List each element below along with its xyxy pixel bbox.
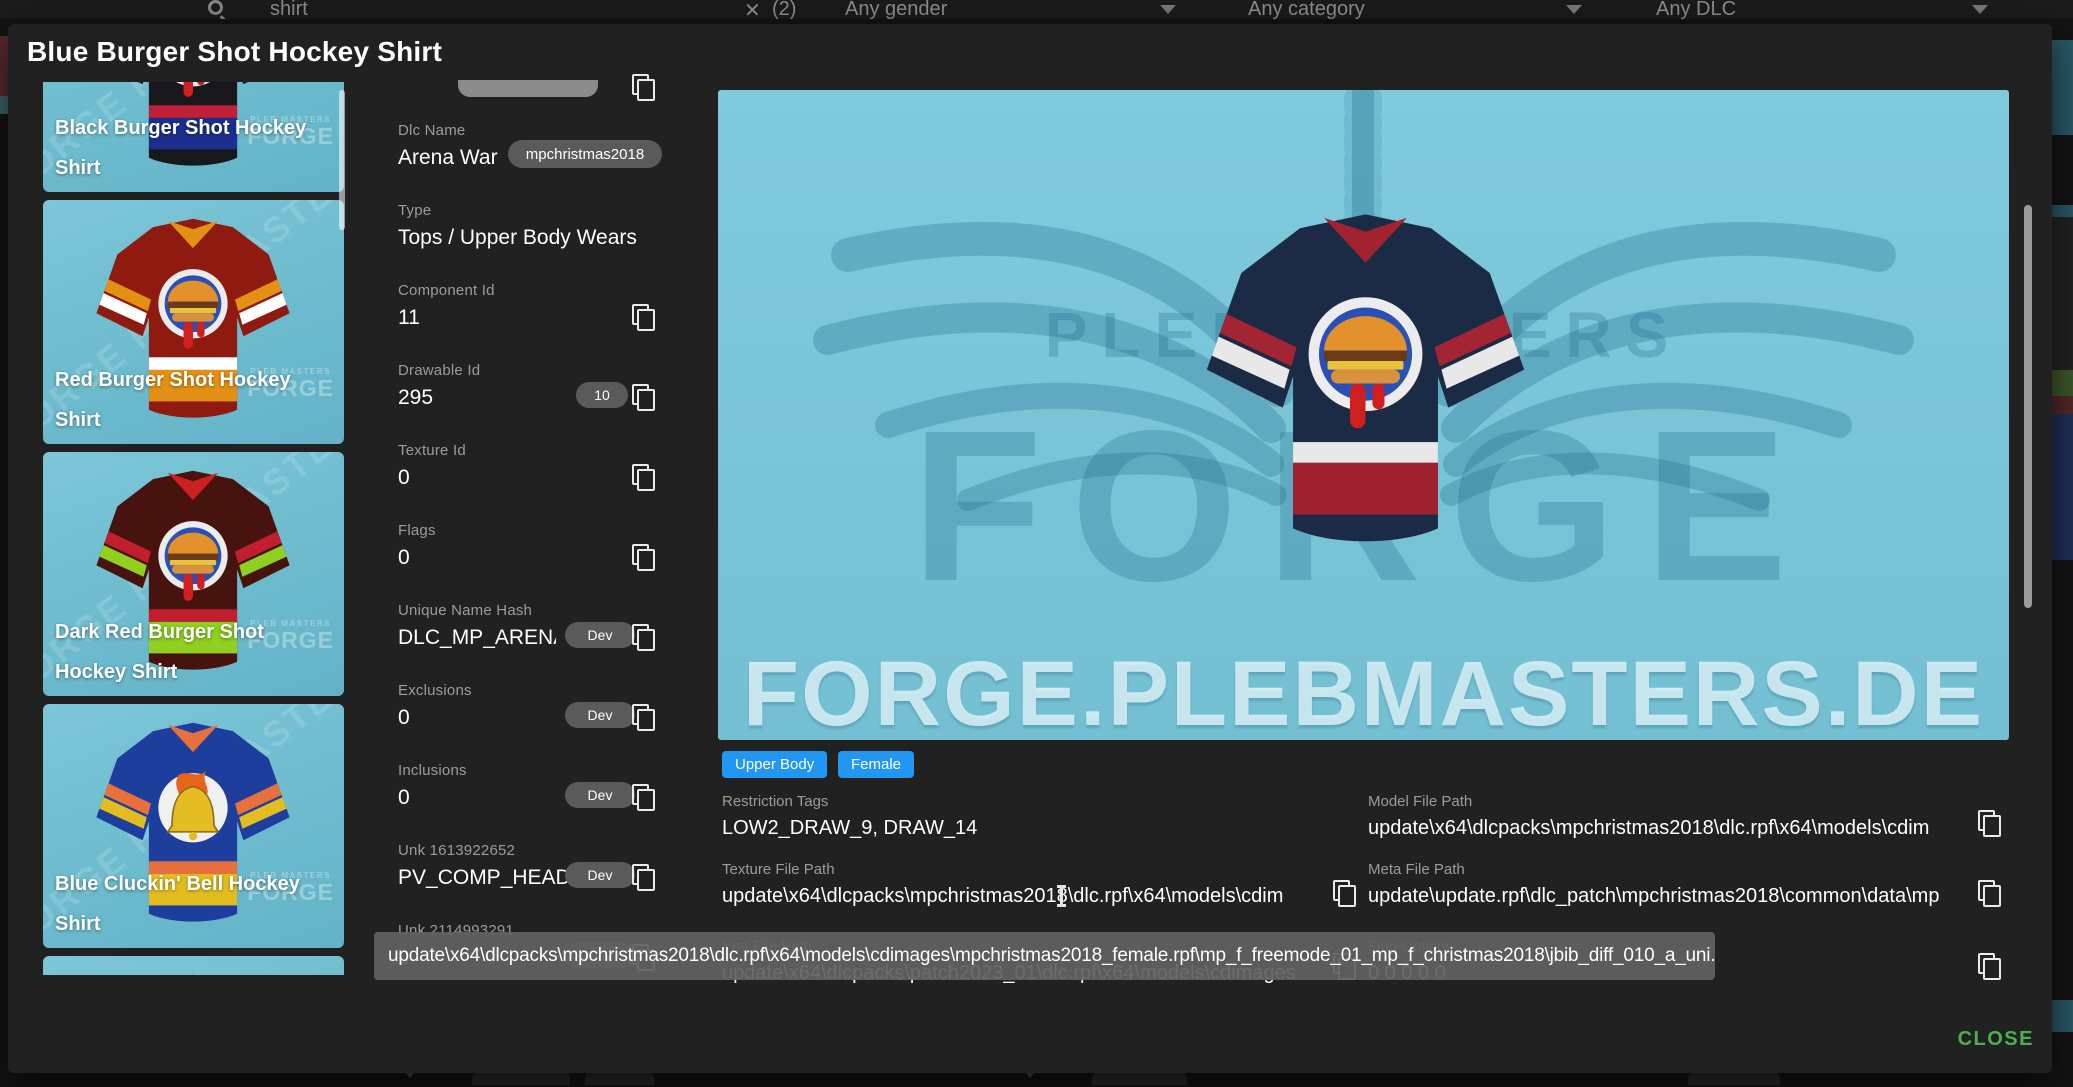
copy-icon[interactable] — [632, 384, 655, 411]
dlc-pack-badge: mpchristmas2018 — [508, 140, 662, 168]
copy-icon[interactable] — [632, 704, 655, 731]
chevron-down-icon[interactable] — [1160, 5, 1176, 14]
background-card-sliver — [2052, 217, 2073, 370]
list-item-red-burger-shot[interactable]: FORGE PLEBMASTERS.DE PLEB MASTERSFORGE R… — [43, 200, 344, 444]
background-card-sliver — [2052, 40, 2073, 135]
field-component-id: Component Id 11 — [398, 282, 668, 330]
text-cursor — [1060, 885, 1063, 907]
count-badge: 10 — [576, 382, 628, 408]
background-card-sliver — [0, 36, 8, 96]
dialog-scrollbar-thumb[interactable] — [2024, 205, 2032, 608]
background-footer-shape — [585, 1071, 654, 1085]
copy-icon[interactable] — [632, 784, 655, 811]
truncated-control[interactable] — [458, 80, 598, 97]
preview-panel: PLEBMASTERS FORGE FORGE.PLEBMASTERS.DE — [718, 90, 2009, 740]
background-card-sliver — [2052, 396, 2073, 414]
tag-upper-body[interactable]: Upper Body — [722, 751, 827, 778]
tile-label: Dark Red Burger Shot Hockey Shirt — [55, 612, 334, 692]
list-item-partial[interactable] — [43, 956, 344, 975]
field-texture-file-path: Texture File Path update\x64\dlcpacks\mp… — [722, 861, 1283, 908]
jersey-image — [88, 960, 298, 975]
list-item-blue-cluckin-bell[interactable]: FORGE PLEBMASTERS.DE PLEB MASTERSFORGE B… — [43, 704, 344, 948]
background-card-sliver — [2052, 1000, 2073, 1032]
copy-icon[interactable] — [632, 304, 655, 331]
background-card-sliver — [2052, 205, 2073, 217]
tag-female[interactable]: Female — [838, 751, 914, 778]
copy-icon[interactable] — [632, 544, 655, 571]
jersey-render — [1193, 190, 1538, 575]
field-type: Type Tops / Upper Body Wears — [398, 202, 668, 250]
background-footer-shape — [1092, 1071, 1187, 1085]
copy-icon[interactable] — [1978, 953, 2001, 980]
list-scrollbar-thumb[interactable] — [339, 90, 345, 230]
chevron-down-icon[interactable] — [1972, 5, 1988, 14]
dev-badge[interactable]: Dev — [565, 782, 635, 808]
search-input[interactable]: shirt — [270, 0, 308, 19]
watermark-url: FORGE.PLEBMASTERS.DE — [718, 642, 2009, 740]
background-card-sliver — [0, 96, 8, 114]
filter-any-category[interactable]: Any category — [1248, 0, 1365, 19]
field-model-file-path: Model File Path update\x64\dlcpacks\mpch… — [1368, 793, 1929, 840]
path-tooltip: update\x64\dlcpacks\mpchristmas2018\dlc.… — [374, 932, 1715, 980]
background-footer-shape — [1688, 1071, 1780, 1085]
tile-label: Red Burger Shot Hockey Shirt — [55, 360, 334, 440]
screen: shirt ✕ (2) Any gender Any category Any … — [0, 0, 2073, 1087]
background-topbar: shirt ✕ (2) Any gender Any category Any … — [0, 0, 2073, 19]
background-card-sliver — [2052, 370, 2073, 396]
field-meta-file-path: Meta File Path update\update.rpf\dlc_pat… — [1368, 861, 1939, 908]
field-flags: Flags 0 — [398, 522, 668, 570]
tile-label: Black Burger Shot Hockey Shirt — [55, 108, 334, 188]
copy-icon[interactable] — [632, 464, 655, 491]
background-footer-shape — [472, 1071, 570, 1085]
item-details-dialog: Blue Burger Shot Hockey Shirt FORGE PLEB… — [8, 24, 2052, 1073]
variant-list: FORGE PLEBMASTERS.DE PLEB MASTERSFORGE B… — [43, 82, 344, 975]
copy-icon[interactable] — [1333, 880, 1356, 907]
filter-any-dlc[interactable]: Any DLC — [1656, 0, 1736, 19]
copy-icon[interactable] — [632, 864, 655, 891]
dev-badge[interactable]: Dev — [565, 622, 635, 648]
close-button[interactable]: CLOSE — [1958, 1028, 2034, 1051]
copy-icon[interactable] — [1978, 810, 2001, 837]
clear-search-icon[interactable]: ✕ — [744, 0, 761, 19]
filter-any-gender[interactable]: Any gender — [845, 0, 947, 19]
dev-badge[interactable]: Dev — [565, 862, 635, 888]
copy-icon[interactable] — [632, 624, 655, 651]
tile-label: Blue Cluckin' Bell Hockey Shirt — [55, 864, 334, 944]
field-texture-id: Texture Id 0 — [398, 442, 668, 490]
list-item-dark-red-burger-shot[interactable]: FORGE PLEBMASTERS.DE PLEB MASTERSFORGE D… — [43, 452, 344, 696]
result-count: (2) — [772, 0, 796, 19]
list-item-black-burger-shot[interactable]: FORGE PLEBMASTERS.DE PLEB MASTERSFORGE B… — [43, 82, 344, 192]
field-drawable-id: Drawable Id 295 — [398, 362, 668, 410]
background-card-sliver — [2052, 414, 2073, 560]
chevron-down-icon[interactable] — [1566, 5, 1582, 14]
copy-icon[interactable] — [632, 74, 655, 101]
field-restriction-tags: Restriction Tags LOW2_DRAW_9, DRAW_14 — [722, 793, 977, 840]
copy-icon[interactable] — [1978, 880, 2001, 907]
dev-badge[interactable]: Dev — [565, 702, 635, 728]
page-title: Blue Burger Shot Hockey Shirt — [27, 36, 442, 68]
search-icon — [208, 0, 223, 15]
